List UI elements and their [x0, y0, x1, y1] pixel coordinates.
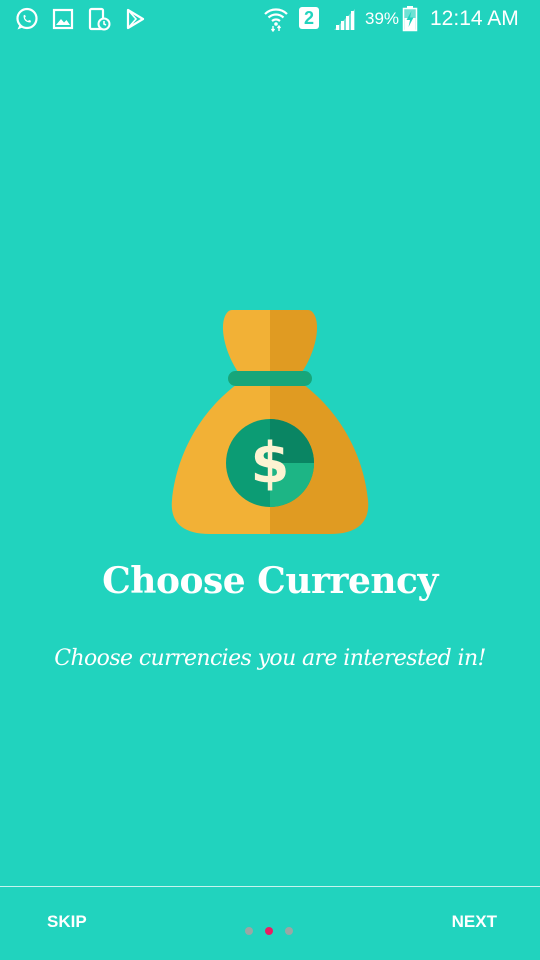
- bottom-divider: [0, 886, 540, 887]
- svg-text:$: $: [251, 431, 290, 496]
- play-store-icon: [126, 8, 145, 30]
- sim-2-icon: 2: [299, 7, 319, 29]
- gallery-icon: [52, 8, 74, 30]
- clock: 12:14 AM: [430, 7, 519, 30]
- page-dot-2: [265, 927, 273, 935]
- battery-charging-icon: [402, 6, 418, 32]
- device-clock-icon: [88, 7, 111, 31]
- status-bar: 2 39% 12:14 AM: [0, 0, 540, 38]
- page-indicator: [244, 927, 296, 937]
- signal-icon: [334, 9, 355, 30]
- page-dot-1: [245, 927, 253, 935]
- money-bag-dollar-icon: $: [171, 310, 369, 534]
- wifi-icon: [264, 8, 288, 32]
- whatsapp-icon: [16, 7, 38, 30]
- page-dot-3: [285, 927, 293, 935]
- sim-2-label: 2: [303, 8, 314, 28]
- battery-percent: 39%: [365, 9, 400, 28]
- page-subtitle: Choose currencies you are interested in!: [54, 646, 486, 671]
- skip-button[interactable]: SKIP: [47, 912, 87, 932]
- page-title: Choose Currency: [102, 560, 438, 602]
- next-button[interactable]: NEXT: [452, 912, 497, 932]
